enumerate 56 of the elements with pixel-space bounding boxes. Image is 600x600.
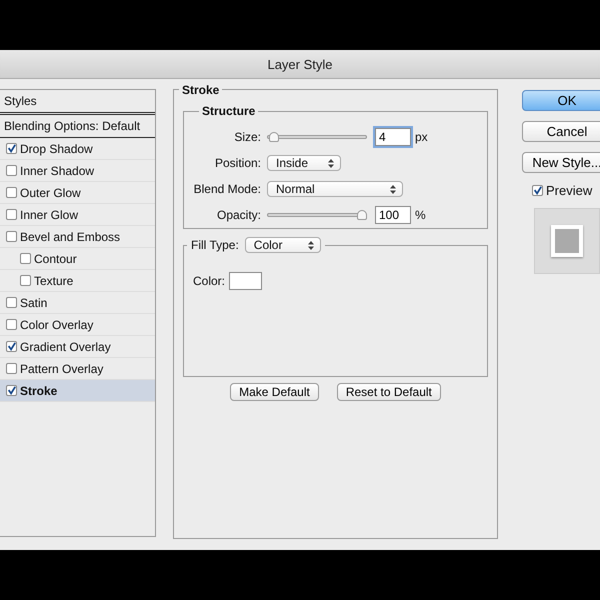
checkbox[interactable] <box>6 341 17 352</box>
field-label: Opacity: <box>216 208 262 222</box>
slider[interactable] <box>267 210 367 220</box>
slider[interactable] <box>267 132 367 142</box>
blending-options-item[interactable]: Blending Options: Default <box>0 115 155 138</box>
field-label: Color: <box>193 274 226 288</box>
field-label: Position: <box>214 156 262 170</box>
field-label: Blend Mode: <box>192 182 262 196</box>
checkbox[interactable] <box>6 297 17 308</box>
stepper-arrows-icon <box>308 240 314 250</box>
dropdown[interactable]: Color <box>244 237 321 253</box>
effect-item[interactable]: Texture <box>0 270 155 292</box>
checkbox[interactable] <box>20 275 31 286</box>
effect-item[interactable]: Satin <box>0 292 155 314</box>
effect-item[interactable]: Color Overlay <box>0 314 155 336</box>
effect-item[interactable]: Inner Shadow <box>0 160 155 182</box>
stepper-arrows-icon <box>390 184 396 194</box>
checkbox[interactable] <box>6 385 17 396</box>
effect-item[interactable]: Contour <box>0 248 155 270</box>
checkbox[interactable] <box>6 319 17 330</box>
checkbox[interactable] <box>6 143 17 154</box>
dropdown[interactable]: Inside <box>267 155 341 171</box>
window-title: Layer Style <box>267 56 333 72</box>
section-title: Structure <box>199 104 258 118</box>
effect-item[interactable]: Outer Glow <box>0 182 155 204</box>
checkbox[interactable] <box>6 209 17 220</box>
color-swatch[interactable] <box>229 272 262 290</box>
effect-item[interactable]: Bevel and Emboss <box>0 226 155 248</box>
effect-item[interactable]: Gradient Overlay <box>0 336 155 358</box>
panel-header: Styles <box>4 94 37 108</box>
panel-button[interactable]: Reset to Default <box>336 383 441 401</box>
unit-label: % <box>415 208 426 222</box>
number-field[interactable]: 4 <box>375 128 411 146</box>
effect-item[interactable]: Stroke <box>0 380 155 402</box>
slider-thumb[interactable] <box>357 210 367 220</box>
checkbox[interactable] <box>532 185 543 196</box>
cancel-button[interactable]: Cancel <box>522 121 600 142</box>
ok-button[interactable]: OK <box>522 90 600 111</box>
field-label: Fill Type: <box>191 238 239 252</box>
checkbox[interactable] <box>6 231 17 242</box>
effect-item[interactable]: Drop Shadow <box>0 138 155 160</box>
checkbox[interactable] <box>6 187 17 198</box>
effect-item[interactable]: Inner Glow <box>0 204 155 226</box>
dropdown[interactable]: Normal <box>267 181 403 197</box>
number-field[interactable]: 100 <box>375 206 411 224</box>
checkbox[interactable] <box>20 253 31 264</box>
preview-label: Preview <box>546 183 592 198</box>
preview-square-icon <box>551 225 583 257</box>
checkbox[interactable] <box>6 165 17 176</box>
slider-thumb[interactable] <box>268 132 279 142</box>
field-label: Size: <box>233 130 262 144</box>
panel-button[interactable]: Make Default <box>230 383 319 401</box>
checkbox[interactable] <box>6 363 17 374</box>
unit-label: px <box>415 130 428 144</box>
section-title: Stroke <box>179 83 222 97</box>
stepper-arrows-icon <box>328 158 334 168</box>
